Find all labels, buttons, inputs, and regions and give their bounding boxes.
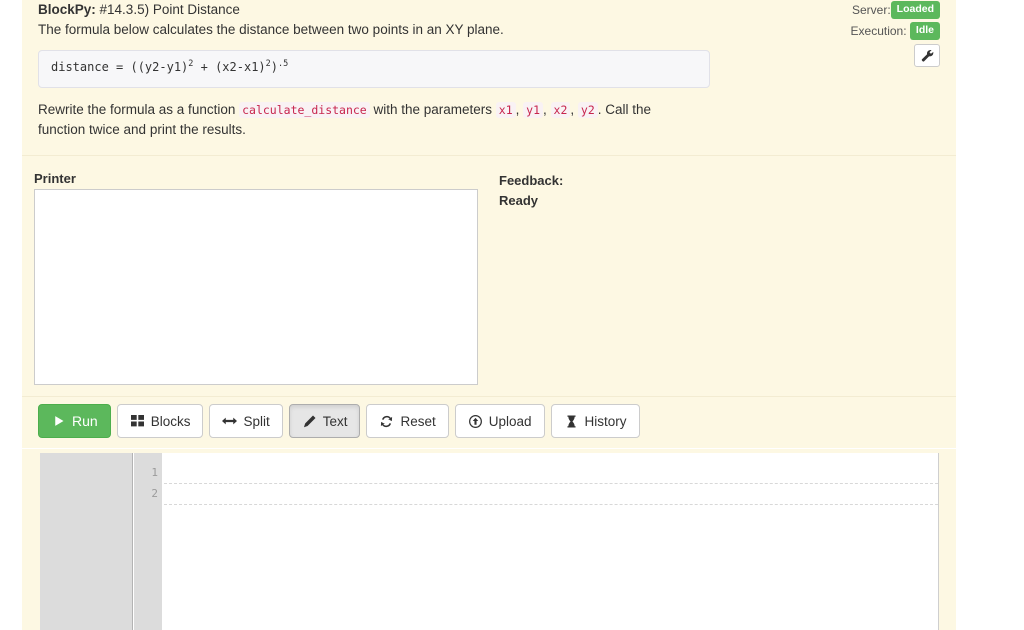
editor-toolbar: Run Blocks Split Text Reset Upload History bbox=[38, 404, 646, 438]
split-button[interactable]: Split bbox=[209, 404, 282, 438]
execution-status-row: Execution: Idle bbox=[820, 21, 940, 42]
execution-status-badge: Idle bbox=[910, 22, 940, 40]
run-button-label: Run bbox=[72, 413, 98, 429]
wrench-icon bbox=[921, 49, 934, 62]
toolbar-panel: Run Blocks Split Text Reset Upload History bbox=[22, 397, 956, 448]
task-text-prefix: Rewrite the formula as a function bbox=[38, 102, 239, 117]
upload-button[interactable]: Upload bbox=[455, 404, 545, 438]
problem-number-label: #14.3.5) Point Distance bbox=[96, 2, 240, 17]
feedback-status: Ready bbox=[499, 191, 799, 211]
upload-icon bbox=[468, 414, 483, 429]
formula-segment: distance = ((y2-y1) bbox=[51, 60, 188, 74]
hourglass-icon bbox=[564, 414, 579, 429]
console-panel: Printer Feedback: Ready bbox=[22, 156, 956, 397]
text-button-label: Text bbox=[323, 414, 348, 429]
task-instructions: Rewrite the formula as a function calcul… bbox=[38, 100, 688, 140]
formula-segment: ) bbox=[271, 60, 278, 74]
split-button-label: Split bbox=[243, 414, 269, 429]
instructions-panel: BlockPy: #14.3.5) Point Distance The for… bbox=[22, 0, 956, 156]
task-text-separator: , bbox=[543, 102, 551, 117]
play-icon bbox=[51, 414, 66, 429]
status-area: Server:Loaded Execution: Idle bbox=[820, 0, 940, 42]
text-button[interactable]: Text bbox=[289, 404, 361, 438]
feedback-block: Feedback: Ready bbox=[499, 171, 799, 211]
server-status-badge: Loaded bbox=[891, 1, 940, 19]
blocks-button-label: Blocks bbox=[151, 414, 191, 429]
printer-label: Printer bbox=[34, 171, 76, 186]
code-parameter: x2 bbox=[551, 102, 571, 118]
formula-text: distance = ((y2-y1)2 + (x2-x1)2).5 bbox=[51, 60, 288, 74]
code-parameter: y1 bbox=[523, 102, 543, 118]
editor-content[interactable] bbox=[162, 453, 938, 630]
arrows-h-icon bbox=[222, 414, 237, 429]
task-text-separator: , bbox=[570, 102, 578, 117]
execution-status-label: Execution: bbox=[851, 24, 907, 38]
feedback-label: Feedback: bbox=[499, 171, 799, 191]
upload-button-label: Upload bbox=[489, 414, 532, 429]
blocks-button[interactable]: Blocks bbox=[117, 404, 204, 438]
editor-side-pane bbox=[40, 453, 133, 630]
reset-button-label: Reset bbox=[400, 414, 435, 429]
formula-segment: + (x2-x1) bbox=[193, 60, 265, 74]
line-number: 2 bbox=[151, 487, 158, 500]
refresh-icon bbox=[379, 414, 394, 429]
pencil-icon bbox=[302, 414, 317, 429]
history-button-label: History bbox=[585, 414, 627, 429]
blockpy-app: BlockPy: #14.3.5) Point Distance The for… bbox=[0, 0, 1024, 630]
code-parameter: x1 bbox=[496, 102, 516, 118]
formula-box: distance = ((y2-y1)2 + (x2-x1)2).5 bbox=[38, 50, 710, 88]
task-text-middle: with the parameters bbox=[370, 102, 496, 117]
printer-output bbox=[34, 189, 478, 385]
code-editor[interactable]: 1 2 bbox=[40, 453, 939, 630]
problem-description: The formula below calculates the distanc… bbox=[38, 21, 504, 39]
editor-panel: 1 2 bbox=[22, 449, 956, 630]
brand-label: BlockPy: bbox=[38, 2, 96, 17]
server-status-label: Server: bbox=[852, 3, 891, 17]
server-status-row: Server:Loaded bbox=[820, 0, 940, 21]
code-line[interactable] bbox=[164, 483, 938, 505]
history-button[interactable]: History bbox=[551, 404, 640, 438]
code-function-name: calculate_distance bbox=[239, 102, 370, 118]
code-parameter: y2 bbox=[578, 102, 598, 118]
line-number: 1 bbox=[151, 466, 158, 479]
page-title: BlockPy: #14.3.5) Point Distance bbox=[38, 1, 240, 19]
code-line[interactable] bbox=[164, 462, 938, 484]
grid-icon bbox=[130, 414, 145, 429]
formula-exponent: .5 bbox=[278, 59, 288, 69]
editor-gutter: 1 2 bbox=[134, 453, 162, 630]
run-button[interactable]: Run bbox=[38, 404, 111, 438]
engine-settings-button[interactable] bbox=[914, 44, 940, 67]
reset-button[interactable]: Reset bbox=[366, 404, 448, 438]
